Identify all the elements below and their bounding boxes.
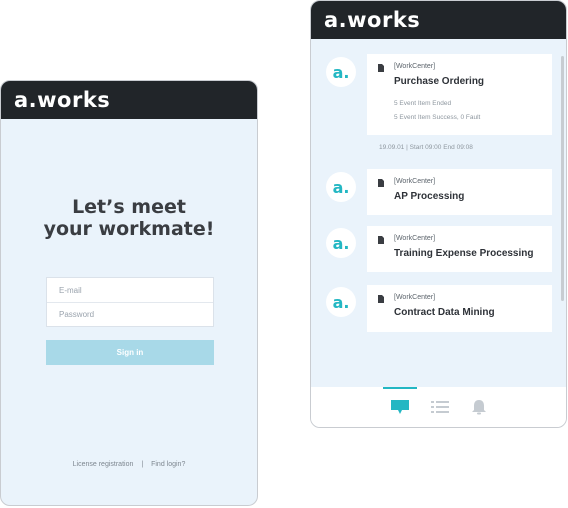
sign-in-button[interactable]: Sign in — [46, 340, 214, 365]
avatar: a. — [326, 172, 356, 202]
document-icon — [378, 295, 384, 303]
bottom-tab-bar — [311, 387, 566, 427]
avatar: a. — [326, 57, 356, 87]
document-icon — [378, 236, 384, 244]
card-tag: [WorkCenter] — [394, 63, 436, 70]
app-header: a.works — [1, 81, 257, 119]
list-icon[interactable] — [430, 399, 450, 415]
password-field[interactable] — [59, 310, 213, 319]
card-meta-line-1: 5 Event Item Ended — [394, 100, 452, 107]
card-meta-line-2: 5 Event Item Success, 0 Fault — [394, 114, 481, 121]
email-field-wrapper — [47, 278, 213, 302]
bell-icon[interactable] — [469, 399, 489, 415]
feed-screen: a.works a. [WorkCenter] Purchase Orderin… — [310, 0, 567, 428]
card-tag: [WorkCenter] — [394, 178, 436, 185]
login-form — [46, 277, 214, 327]
card-title: Purchase Ordering — [394, 76, 485, 87]
avatar: a. — [326, 228, 356, 258]
avatar: a. — [326, 287, 356, 317]
card-tag: [WorkCenter] — [394, 235, 436, 242]
app-header: a.works — [311, 1, 566, 39]
feed-card-purchase-ordering[interactable]: [WorkCenter] Purchase Ordering 5 Event I… — [367, 54, 552, 135]
login-headline: Let’s meet your workmate! — [1, 196, 257, 240]
app-logo: a.works — [14, 88, 111, 112]
footer-separator: | — [141, 461, 144, 468]
headline-line-1: Let’s meet — [72, 196, 186, 218]
card-meta: 5 Event Item Ended 5 Event Item Success,… — [394, 97, 552, 125]
activity-feed: a. [WorkCenter] Purchase Ordering 5 Even… — [311, 39, 566, 387]
headline-line-2: your workmate! — [43, 218, 215, 240]
document-icon — [378, 64, 384, 72]
card-title: Contract Data Mining — [394, 307, 495, 318]
feed-card-training-expense[interactable]: [WorkCenter] Training Expense Processing — [367, 226, 552, 272]
email-field[interactable] — [59, 285, 213, 295]
login-screen: a.works Let’s meet your workmate! Sign i… — [0, 80, 258, 506]
feed-scrollbar[interactable] — [561, 56, 564, 301]
card-tag: [WorkCenter] — [394, 294, 436, 301]
feed-card-contract-data-mining[interactable]: [WorkCenter] Contract Data Mining — [367, 285, 552, 332]
password-field-wrapper — [47, 302, 213, 326]
chat-icon[interactable] — [390, 399, 410, 415]
license-registration-link[interactable]: License registration — [73, 461, 134, 468]
card-title: AP Processing — [394, 191, 465, 202]
active-tab-indicator — [383, 387, 417, 389]
login-footer: License registration | Find login? — [1, 461, 257, 468]
document-icon — [378, 179, 384, 187]
app-logo: a.works — [324, 8, 421, 32]
find-login-link[interactable]: Find login? — [151, 461, 185, 468]
card-timestamp: 19.09.01 | Start 09:00 End 09:08 — [379, 144, 473, 151]
card-title: Training Expense Processing — [394, 248, 534, 259]
feed-card-ap-processing[interactable]: [WorkCenter] AP Processing — [367, 169, 552, 215]
